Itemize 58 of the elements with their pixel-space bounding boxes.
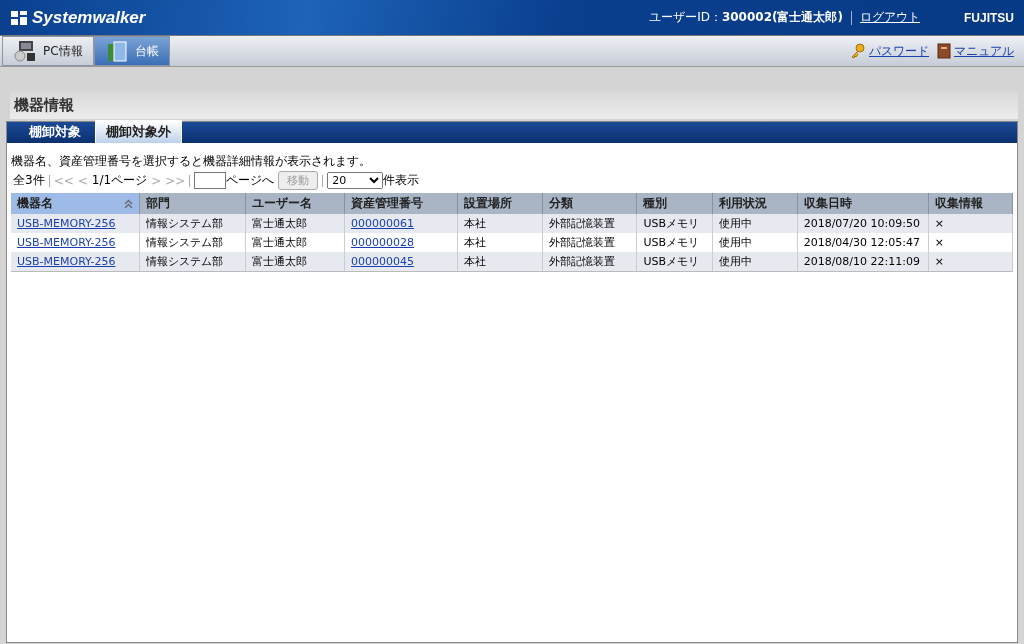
column-header[interactable]: 資産管理番号 xyxy=(344,193,458,214)
table-cell: 富士通太郎 xyxy=(251,255,307,268)
page-title: 機器情報 xyxy=(10,91,1018,119)
nav-tab[interactable]: PC情報 xyxy=(2,36,94,66)
table-cell: 使用中 xyxy=(718,236,752,249)
table-cell: 外部記憶装置 xyxy=(549,217,616,230)
book-icon xyxy=(937,43,951,59)
fujitsu-logo: FUJITSU xyxy=(964,10,1014,25)
table-cell: 富士通太郎 xyxy=(251,217,307,230)
column-header[interactable]: 利用状況 xyxy=(712,193,798,214)
tab[interactable]: 棚卸対象外 xyxy=(95,120,182,143)
manual-link[interactable]: マニュアル xyxy=(954,42,1014,60)
page-input[interactable] xyxy=(194,172,227,189)
table-cell: 使用中 xyxy=(718,255,752,268)
table-cell: 外部記憶装置 xyxy=(549,236,616,249)
column-header[interactable]: ユーザー名 xyxy=(245,193,345,214)
table-cell: 情報システム部 xyxy=(145,236,223,249)
table-cell: 本社 xyxy=(464,236,487,249)
table-cell: 本社 xyxy=(464,217,487,230)
table-cell: 情報システム部 xyxy=(145,255,223,268)
table-cell: 本社 xyxy=(464,255,487,268)
tab[interactable]: 棚卸対象 xyxy=(19,121,91,143)
column-header[interactable]: 機器名 xyxy=(11,193,140,214)
table-link[interactable]: 000000028 xyxy=(351,236,414,249)
table-cell: 2018/04/30 12:05:47 xyxy=(803,236,920,249)
column-header[interactable]: 設置場所 xyxy=(457,193,543,214)
description-text: 機器名、資産管理番号を選択すると機器詳細情報が表示されます。 xyxy=(10,153,372,170)
sort-icon xyxy=(123,198,133,209)
table-cell: 富士通太郎 xyxy=(251,236,307,249)
table-cell: USBメモリ xyxy=(643,217,699,230)
table-cell: 2018/08/10 22:11:09 xyxy=(803,255,920,268)
logout-link[interactable]: ログアウト xyxy=(860,9,920,26)
table-link[interactable]: USB-MEMORY-256 xyxy=(17,236,116,249)
table-cell: USBメモリ xyxy=(643,255,699,268)
user-id-label: ユーザーID： xyxy=(649,9,722,26)
table-cell: × xyxy=(934,236,945,249)
column-header[interactable]: 部門 xyxy=(139,193,246,214)
table-cell: USBメモリ xyxy=(643,236,699,249)
computer-icon xyxy=(13,40,37,62)
user-id-value: 300002(富士通太郎) xyxy=(721,9,843,26)
systemwalker-logo: Systemwalker xyxy=(10,7,146,28)
table-cell: 使用中 xyxy=(718,217,752,230)
table-cell: 2018/07/20 10:09:50 xyxy=(803,217,920,230)
goto-label: ページへ xyxy=(226,172,275,189)
table-cell: × xyxy=(934,217,945,230)
column-header[interactable]: 収集情報 xyxy=(928,193,1013,214)
per-page-label: 件表示 xyxy=(383,172,420,189)
page-indicator: 1/1ページ xyxy=(91,172,148,189)
table-cell: 外部記憶装置 xyxy=(549,255,616,268)
table-cell: × xyxy=(934,255,945,268)
column-header[interactable]: 収集日時 xyxy=(797,193,929,214)
password-link[interactable]: パスワード xyxy=(869,42,929,60)
column-header[interactable]: 種別 xyxy=(636,193,712,214)
table-cell: 情報システム部 xyxy=(145,217,223,230)
total-count: 全3件 xyxy=(13,172,45,189)
column-header[interactable]: 分類 xyxy=(542,193,637,214)
nav-tab[interactable]: 台帳 xyxy=(93,36,170,66)
key-icon xyxy=(850,43,866,59)
